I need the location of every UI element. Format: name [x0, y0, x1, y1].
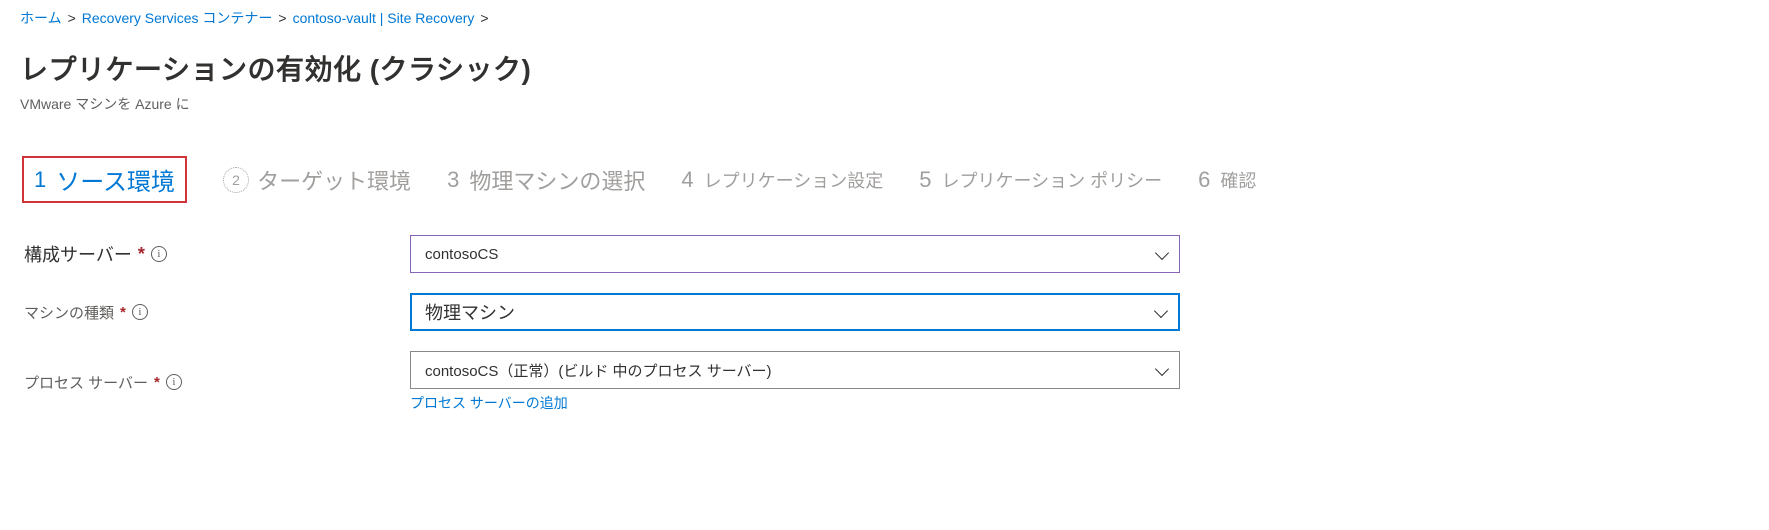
field-configuration-server: 構成サーバー * i contosoCS — [20, 227, 1749, 285]
step-number: 1 — [34, 167, 46, 193]
step-replication-settings[interactable]: 4 レプリケーション設定 — [681, 167, 883, 193]
step-label: 物理マシンの選択 — [469, 164, 645, 196]
step-label: 確認 — [1220, 167, 1256, 193]
process-server-dropdown[interactable]: contosoCS（正常）(ビルド 中のプロセス サーバー) — [410, 351, 1180, 389]
dropdown-value: 物理マシン — [425, 299, 515, 325]
step-label: ターゲット環境 — [257, 164, 411, 196]
dropdown-value: contosoCS — [425, 246, 498, 263]
required-indicator: * — [120, 304, 126, 321]
step-number: 4 — [681, 167, 693, 193]
step-select-physical-machines[interactable]: 3 物理マシンの選択 — [447, 164, 645, 196]
info-icon[interactable]: i — [132, 304, 148, 320]
page-subtitle: VMware マシンを Azure に — [20, 94, 1749, 114]
wizard-steps: 1 ソース環境 2 ターゲット環境 3 物理マシンの選択 4 レプリケーション設… — [22, 156, 1749, 203]
step-number-badge: 2 — [223, 167, 249, 193]
info-icon[interactable]: i — [166, 374, 182, 390]
dropdown-value: contosoCS（正常）(ビルド 中のプロセス サーバー) — [425, 360, 772, 381]
required-indicator: * — [154, 374, 160, 391]
chevron-down-icon — [1155, 246, 1169, 260]
step-number: 5 — [919, 167, 931, 193]
field-process-server: プロセス サーバー * i contosoCS（正常）(ビルド 中のプロセス サ… — [20, 343, 1749, 425]
step-source-environment[interactable]: 1 ソース環境 — [22, 156, 187, 203]
step-label: ソース環境 — [56, 162, 175, 197]
field-machine-type: マシンの種類 * i 物理マシン — [20, 285, 1749, 343]
breadcrumb-sep: > — [278, 10, 286, 26]
breadcrumb-home[interactable]: ホーム — [20, 8, 62, 28]
chevron-down-icon — [1155, 362, 1169, 376]
source-environment-form: 構成サーバー * i contosoCS マシンの種類 * i 物理マシン — [20, 227, 1749, 425]
breadcrumb-current[interactable]: contoso-vault | Site Recovery — [293, 10, 475, 26]
info-icon[interactable]: i — [151, 246, 167, 262]
step-number: 3 — [447, 167, 459, 193]
field-label: 構成サーバー — [24, 241, 132, 267]
machine-type-dropdown[interactable]: 物理マシン — [410, 293, 1180, 331]
step-label: レプリケーション設定 — [704, 167, 884, 193]
breadcrumb: ホーム > Recovery Services コンテナー > contoso-… — [20, 8, 1749, 28]
add-process-server-link[interactable]: プロセス サーバーの追加 — [410, 393, 1180, 413]
step-review[interactable]: 6 確認 — [1198, 167, 1256, 193]
page-title: レプリケーションの有効化 (クラシック) — [20, 48, 1749, 88]
step-replication-policy[interactable]: 5 レプリケーション ポリシー — [919, 167, 1162, 193]
step-label: レプリケーション ポリシー — [941, 167, 1162, 193]
configuration-server-dropdown[interactable]: contosoCS — [410, 235, 1180, 273]
step-target-environment[interactable]: 2 ターゲット環境 — [223, 164, 411, 196]
step-number: 6 — [1198, 167, 1210, 193]
required-indicator: * — [138, 244, 145, 265]
breadcrumb-sep: > — [68, 10, 76, 26]
breadcrumb-vaults[interactable]: Recovery Services コンテナー — [82, 8, 273, 28]
breadcrumb-sep: > — [480, 10, 488, 26]
field-label: マシンの種類 — [24, 302, 114, 323]
chevron-down-icon — [1154, 304, 1168, 318]
field-label: プロセス サーバー — [24, 372, 148, 393]
